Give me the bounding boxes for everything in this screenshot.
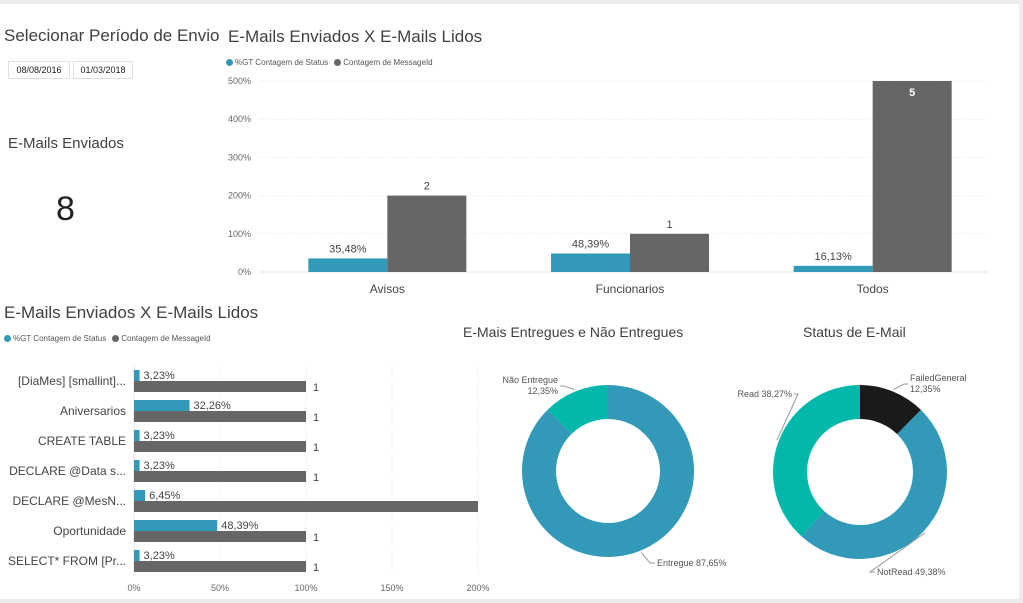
donut-chart-delivery[interactable]: Entregue 87,65% Não Entregue12,35% — [480, 344, 760, 599]
chart3-title: E-Mais Entregues e Não Entregues — [463, 324, 684, 340]
y-tick-label: SELECT* FROM [Pr... — [8, 554, 126, 568]
bar-messageid — [134, 561, 306, 572]
y-tick-label: DECLARE @MesN... — [12, 494, 126, 508]
data-label: 35,48% — [329, 243, 367, 255]
data-label: 32,26% — [193, 400, 231, 412]
data-label: 16,13% — [815, 251, 853, 263]
y-tick-label: Aniversarios — [60, 404, 126, 418]
x-tick-label: 50% — [211, 583, 229, 593]
chart4-title: Status de E-Mail — [803, 324, 906, 340]
data-label: 48,39% — [221, 520, 259, 532]
bar-status — [134, 460, 140, 471]
y-tick-label: Oportunidade — [53, 524, 126, 538]
report-canvas: Selecionar Período de Envio 08/08/2016 0… — [0, 4, 1019, 599]
data-label: 6,45% — [149, 490, 180, 502]
donut-chart-status[interactable]: FailedGeneral12,35% NotRead 49,38% Read 38… — [720, 344, 1019, 599]
leader-line — [640, 552, 655, 564]
data-label: 1 — [313, 442, 319, 454]
y-tick-label: DECLARE @Data s... — [9, 464, 126, 478]
slice-label: FailedGeneral — [910, 373, 967, 383]
bar-messageid — [134, 501, 478, 512]
slice-label: Entregue 87,65% — [657, 558, 727, 568]
bar-status — [134, 490, 146, 501]
y-tick-label: 200% — [228, 191, 251, 201]
data-label: 1 — [313, 412, 319, 424]
bar-status — [134, 400, 190, 411]
bar-messageid — [134, 441, 306, 452]
bar-messageid — [134, 381, 306, 392]
bar-chart[interactable]: 0% 50% 100% 150% 200%[DiaMes] [smallint]... 3… — [0, 304, 500, 599]
bar-messageid — [630, 233, 709, 272]
bar-status — [551, 253, 630, 272]
slice-label: 12,35% — [910, 384, 941, 394]
x-tick-label: Avisos — [370, 282, 405, 296]
donut-slice — [773, 385, 860, 537]
x-tick-label: 150% — [380, 583, 403, 593]
data-label: 5 — [909, 87, 915, 99]
slice-label: 12,35% — [527, 386, 558, 396]
data-label: 1 — [313, 562, 319, 574]
slice-label: Read 38,27% — [737, 389, 792, 399]
data-label: 2 — [424, 181, 430, 193]
x-tick-label: 100% — [294, 583, 317, 593]
leader-line — [560, 385, 575, 391]
bar-status — [134, 520, 218, 531]
y-tick-label: 100% — [228, 229, 251, 239]
bar-messageid — [134, 411, 306, 422]
x-tick-label: Todos — [857, 282, 889, 296]
data-label: 3,23% — [144, 370, 175, 382]
leader-line — [893, 383, 908, 391]
data-label: 1 — [666, 219, 672, 231]
x-tick-label: 0% — [127, 583, 140, 593]
x-tick-label: Funcionarios — [596, 282, 665, 296]
y-tick-label: CREATE TABLE — [38, 434, 126, 448]
bar-status — [793, 265, 873, 272]
slice-label: Não Entregue — [502, 375, 558, 385]
bar-messageid — [134, 471, 306, 482]
bar-messageid — [387, 195, 467, 272]
y-tick-label: 0% — [238, 267, 251, 277]
data-label: 48,39% — [572, 239, 610, 251]
y-tick-label: 300% — [228, 152, 251, 162]
bar-status — [134, 430, 140, 441]
column-chart[interactable]: 0% 100% 200% 300% 400% 500% Avisos 35,48% 2 Funci… — [0, 4, 1019, 304]
data-label: 3,23% — [144, 430, 175, 442]
bar-messageid — [872, 81, 952, 272]
data-label: 1 — [313, 382, 319, 394]
y-tick-label: 500% — [228, 76, 251, 86]
data-label: 1 — [313, 472, 319, 484]
bar-status — [134, 370, 140, 381]
bar-status — [308, 258, 388, 272]
bar-status — [134, 550, 140, 561]
y-tick-label: 400% — [228, 114, 251, 124]
slice-label: NotRead 49,38% — [877, 567, 946, 577]
data-label: 3,23% — [144, 550, 175, 562]
data-label: 1 — [313, 532, 319, 544]
bar-messageid — [134, 531, 306, 542]
y-tick-label: [DiaMes] [smallint]... — [18, 374, 126, 388]
data-label: 3,23% — [144, 460, 175, 472]
